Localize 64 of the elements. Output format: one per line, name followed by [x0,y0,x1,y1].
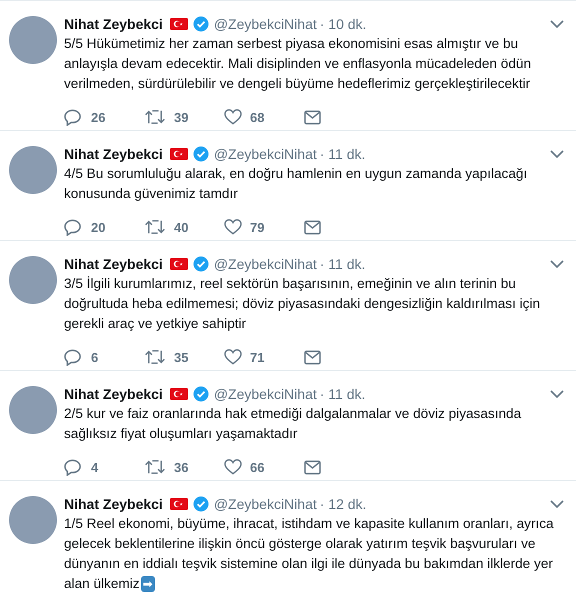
author-handle[interactable]: @ZeybekciNihat [214,496,317,512]
avatar[interactable] [9,146,57,194]
retweet-icon[interactable] [144,459,166,475]
reply-icon[interactable] [64,218,83,236]
retweet-count: 40 [174,220,188,234]
retweet-icon[interactable] [144,349,166,365]
author-handle[interactable]: @ZeybekciNihat [214,386,317,402]
author-name[interactable]: Nihat Zeybekci [64,496,163,512]
tweet-text: 4/5 Bu sorumluluğu alarak, en doğru hamlenin en uygun zamanda yapılacağı konusunda güvenimiz tamdır [64,165,528,203]
envelope-icon[interactable] [304,460,321,474]
envelope-icon[interactable] [304,220,321,234]
retweet-count: 39 [174,110,188,124]
tweet-text: 1/5 Reel ekonomi, büyüme, ihracat, istihdam ve kapasite kullanım oranları, ayrıca gelecek beklentilerine ilişkin öncü gösterge olarak yatırım teşvik başvuruları ve dünyanın en iddialı teşvik sistemine olan ilgi ile dünyada bu bakımdan ilklerde yer alan ülkemiz ➡ [64,515,555,594]
tweet-time[interactable]: · 10 dk. [320,16,366,32]
heart-icon[interactable] [224,109,242,125]
reply-icon[interactable] [64,458,83,476]
flag-icon [170,18,188,30]
caret-icon[interactable] [550,390,564,398]
like-count: 79 [250,220,264,234]
reply-icon[interactable] [64,108,83,126]
tweet-time[interactable]: · 12 dk. [320,496,366,512]
arrow-emoji: ➡ [140,576,155,592]
heart-icon[interactable] [224,349,242,365]
tweet-text: 5/5 Hükümetimiz her zaman serbest piyasa ekonomisini esas almıştır ve bu anlayışla devam edecektir. Mali disiplinden ve enflasyonla mücadeleden ödün verilmeden, sürdürülebilir ve dengeli büyüme hedeflerimiz gerçekleştirilecektir [64,35,532,93]
retweet-count: 36 [174,460,188,474]
author-handle[interactable]: @ZeybekciNihat [214,16,317,32]
retweet-icon[interactable] [144,219,166,235]
flag-icon [170,258,188,270]
tweet-text: 2/5 kur ve faiz oranlarında hak etmediği dalgalanmalar ve döviz piyasasında sağlıksız fiyat oluşumları yaşamaktadır [64,405,522,443]
tweet-time[interactable]: · 11 dk. [320,386,366,402]
tweet-time[interactable]: · 11 dk. [320,256,366,272]
envelope-icon[interactable] [304,350,321,364]
author-handle[interactable]: @ZeybekciNihat [214,256,317,272]
like-count: 68 [250,110,264,124]
author-name[interactable]: Nihat Zeybekci [64,256,163,272]
like-count: 71 [250,350,264,364]
author-handle[interactable]: @ZeybekciNihat [214,146,317,162]
retweet-icon[interactable] [144,109,166,125]
caret-icon[interactable] [550,260,564,268]
reply-count: 4 [91,460,98,474]
caret-icon[interactable] [550,150,564,158]
caret-icon[interactable] [550,500,564,508]
envelope-icon[interactable] [304,110,321,124]
caret-icon[interactable] [550,20,564,28]
author-name[interactable]: Nihat Zeybekci [64,386,163,402]
avatar[interactable] [9,496,57,544]
heart-icon[interactable] [224,459,242,475]
like-count: 66 [250,460,264,474]
flag-icon [170,388,188,400]
reply-count: 20 [91,220,106,234]
author-name[interactable]: Nihat Zeybekci [64,146,163,162]
reply-count: 26 [91,110,106,124]
tweet-text: 3/5 İlgili kurumlarımız, reel sektörün başarısının, emeğinin ve alın terinin bu doğrultuda heba edilmemesi; döviz piyasasındaki dengesizliğin kaldırılması için gerekli araç ve yetkiye sahiptir [64,275,542,333]
retweet-count: 35 [174,350,188,364]
tweet-time[interactable]: · 11 dk. [320,146,366,162]
reply-count: 6 [91,350,98,364]
avatar[interactable] [9,386,57,434]
flag-icon [170,498,188,510]
reply-icon[interactable] [64,348,83,366]
avatar[interactable] [9,16,57,64]
flag-icon [170,148,188,160]
heart-icon[interactable] [224,219,242,235]
author-name[interactable]: Nihat Zeybekci [64,16,163,32]
avatar[interactable] [9,256,57,304]
